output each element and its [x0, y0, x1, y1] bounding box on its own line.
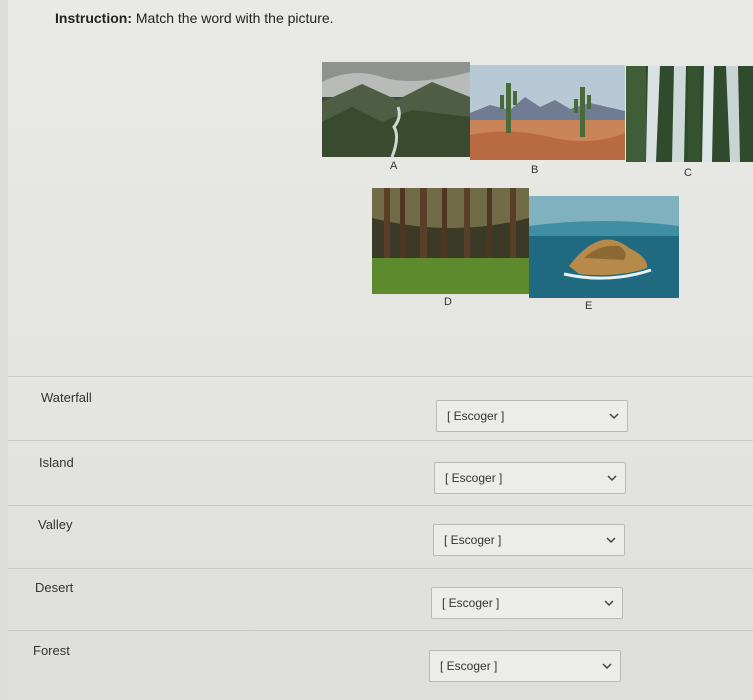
image-valley	[322, 62, 470, 157]
answer-select[interactable]: [ Escoger ]	[436, 400, 628, 432]
image-desert	[470, 65, 625, 160]
select-value: [ Escoger ]	[442, 596, 500, 610]
chevron-down-icon	[609, 413, 619, 420]
select-value: [ Escoger ]	[445, 471, 503, 485]
caption-d: D	[444, 296, 452, 308]
select-value: [ Escoger ]	[440, 659, 498, 673]
answer-select[interactable]: [ Escoger ]	[429, 650, 621, 682]
caption-a: A	[390, 160, 398, 172]
caption-e: E	[585, 300, 593, 312]
word-label: Waterfall	[41, 390, 92, 405]
word-label: Desert	[35, 580, 74, 595]
chevron-down-icon	[607, 475, 617, 482]
row-divider	[8, 568, 753, 569]
answer-select[interactable]: [ Escoger ]	[431, 587, 623, 619]
instruction-prefix: Instruction:	[55, 10, 132, 26]
chevron-down-icon	[606, 537, 616, 544]
word-label: Forest	[33, 643, 70, 658]
quiz-sheet: Instruction: Match the word with the pic…	[8, 0, 753, 700]
chevron-down-icon	[604, 600, 614, 607]
row-divider	[8, 505, 753, 506]
answer-select[interactable]: [ Escoger ]	[433, 524, 625, 556]
image-forest	[372, 188, 529, 294]
select-value: [ Escoger ]	[447, 409, 505, 423]
instruction-text: Match the word with the picture.	[135, 10, 334, 26]
caption-b: B	[531, 164, 539, 176]
chevron-down-icon	[602, 663, 612, 670]
instruction: Instruction: Match the word with the pic…	[55, 10, 334, 26]
row-divider	[8, 376, 753, 377]
caption-c: C	[684, 167, 692, 179]
select-value: [ Escoger ]	[444, 533, 502, 547]
image-island	[529, 196, 679, 298]
row-divider	[8, 440, 753, 441]
image-waterfall	[626, 66, 753, 162]
word-label: Valley	[38, 517, 73, 532]
row-divider	[8, 630, 753, 631]
word-label: Island	[39, 455, 74, 470]
answer-select[interactable]: [ Escoger ]	[434, 462, 626, 494]
